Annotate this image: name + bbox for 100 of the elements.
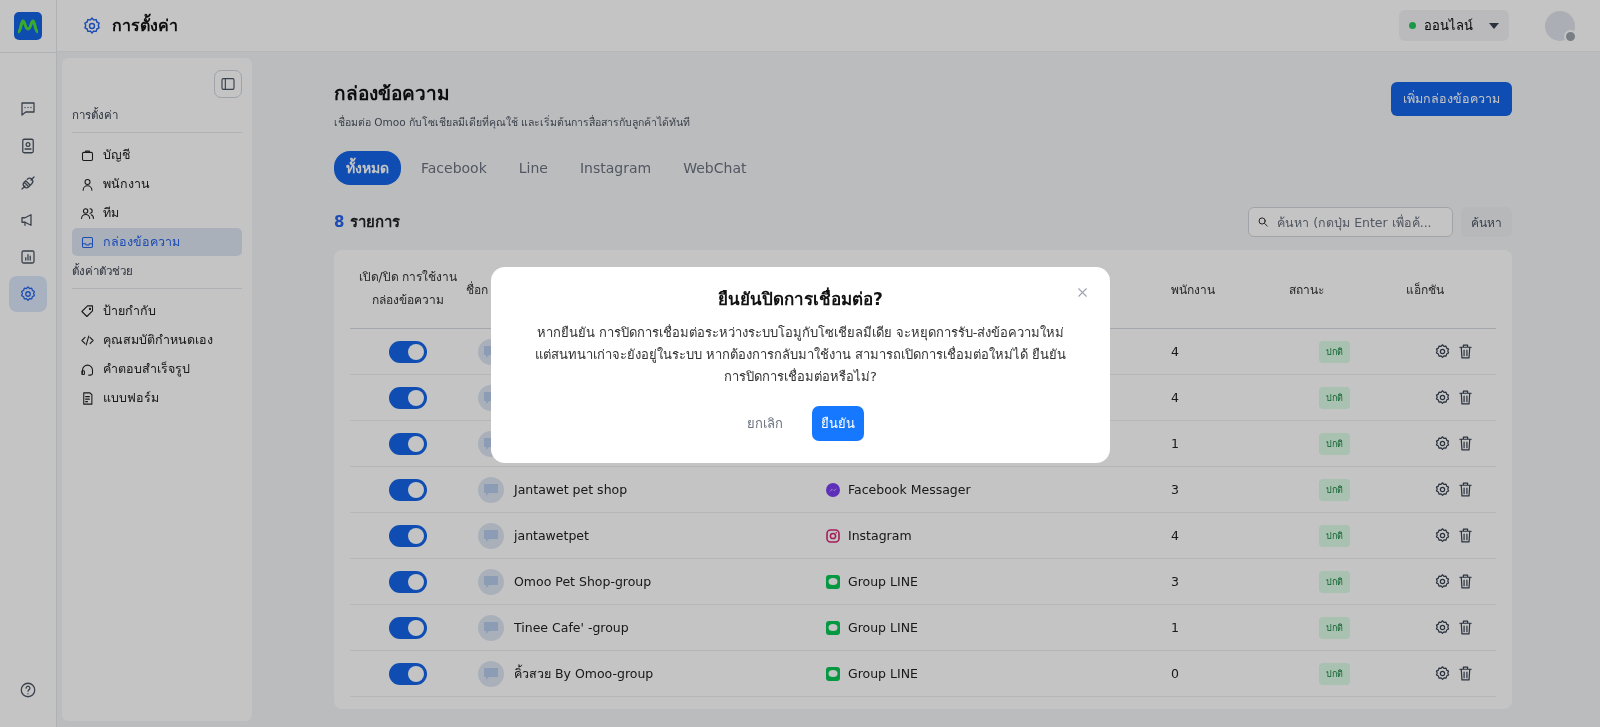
staff-count: 4 (1171, 390, 1180, 405)
plug-icon (19, 174, 37, 192)
sidebar-item[interactable]: ป้ายกำกับ (72, 297, 242, 325)
bag-icon (80, 147, 95, 163)
status-badge: ปกติ (1319, 616, 1350, 639)
settings-icon (1434, 389, 1451, 406)
section-heading: การตั้งค่า (72, 106, 242, 133)
inbox-name: Tinee Cafe' -group (514, 620, 629, 635)
settings-button[interactable] (1434, 343, 1451, 360)
column-header: เปิด/ปิด การใช้งานกล่องข้อความ (357, 269, 459, 309)
delete-button[interactable] (1457, 389, 1474, 406)
toggle-switch[interactable] (389, 662, 427, 685)
staff-count: 1 (1171, 436, 1180, 451)
sidebar-item[interactable]: บัญชี (72, 141, 242, 169)
settings-icon (1434, 619, 1451, 636)
delete-button[interactable] (1457, 343, 1474, 360)
sidebar-item[interactable]: พนักงาน (72, 170, 242, 198)
confirm-button[interactable]: ยืนยัน (811, 406, 864, 441)
status-badge: ปกติ (1319, 432, 1350, 455)
trash-icon (1457, 527, 1474, 544)
filter-tab[interactable]: ทั้งหมด (334, 151, 401, 185)
trash-icon (1457, 481, 1474, 498)
channel-name: Group LINE (848, 574, 918, 589)
delete-button[interactable] (1457, 665, 1474, 682)
toggle-switch[interactable] (389, 478, 427, 501)
dialog-message: หากยืนยัน การปิดการเชื่อมต่อระหว่างระบบโอมูกับโซเชียลมีเดีย จะหยุดการรับ-ส่งข้อความใหม่ แต่สนทนาเก่าจะยังอยู่ในระบบ หากต้องการกลับมาใช้งาน สามารถเปิดการเชื่อมต่อใหม่ได้ ยืนยันการปิดการเชื่อมต่อหรือไม่? (533, 323, 1068, 386)
item-count: 8 รายการ (334, 212, 400, 233)
sidebar-item[interactable]: แบบฟอร์ม (72, 384, 242, 412)
inbox-icon (80, 234, 95, 250)
instagram-icon (826, 528, 840, 543)
sidebar-item[interactable]: คุณสมบัติกำหนดเอง (72, 326, 242, 354)
filter-tab[interactable]: Line (506, 151, 560, 185)
sidebar-item[interactable]: กล่องข้อความ (72, 228, 242, 256)
settings-button[interactable] (1434, 527, 1451, 544)
delete-button[interactable] (1457, 573, 1474, 590)
inbox-name: Omoo Pet Shop-group (514, 574, 652, 589)
delete-button[interactable] (1457, 619, 1474, 636)
sidebar-item[interactable]: คำตอบสำเร็จรูป (72, 355, 242, 383)
column-header: แอ็กชัน (1406, 281, 1445, 299)
toggle-switch[interactable] (389, 432, 427, 455)
column-header: พนักงาน (1171, 281, 1216, 299)
toggle-switch[interactable] (389, 386, 427, 409)
settings-icon (19, 285, 37, 303)
chat-avatar-icon (478, 568, 504, 595)
delete-button[interactable] (1457, 435, 1474, 452)
toggle-switch[interactable] (389, 340, 427, 363)
chat-avatar-icon (478, 522, 504, 549)
sidebar-item[interactable]: ทีม (72, 199, 242, 227)
sidebar-toggle-button[interactable] (214, 70, 242, 98)
settings-icon (1434, 481, 1451, 498)
filter-tab[interactable]: Facebook (409, 151, 499, 185)
settings-button[interactable] (1434, 619, 1451, 636)
caret-icon (1489, 22, 1499, 29)
channel-name: Facebook Messager (848, 482, 971, 497)
staff-count: 3 (1171, 482, 1180, 497)
settings-button[interactable] (1434, 665, 1451, 682)
messenger-icon (826, 482, 840, 497)
settings-nav-button[interactable] (9, 276, 47, 312)
settings-icon (1434, 435, 1451, 452)
bar-chart-icon (19, 248, 37, 266)
trash-icon (1457, 665, 1474, 682)
settings-icon (1434, 343, 1451, 360)
channel-name: Group LINE (848, 620, 918, 635)
search-field[interactable]: ค้นหา (กดปุ่ม Enter เพื่อค้... (1248, 207, 1453, 237)
headset-icon (80, 361, 95, 377)
cancel-button[interactable]: ยกเลิก (737, 406, 792, 441)
channel-name: Instagram (848, 528, 912, 543)
contact-card-icon (19, 137, 37, 155)
tag-icon (80, 303, 95, 319)
logo-icon (14, 12, 42, 40)
settings-icon (1434, 527, 1451, 544)
delete-button[interactable] (1457, 481, 1474, 498)
section-subtitle: เชื่อมต่อ Omoo กับโซเชียลมีเดียที่คุณใช้ และเริ่มต้นการสื่อสารกับลูกค้าได้ทันที (334, 114, 691, 131)
close-icon (1075, 285, 1090, 300)
settings-icon (1434, 665, 1451, 682)
search-button[interactable]: ค้นหา (1461, 207, 1512, 237)
staff-count: 1 (1171, 620, 1180, 635)
user-icon (80, 176, 95, 192)
filter-tab[interactable]: Instagram (568, 151, 664, 185)
dialog-title: ยืนยันปิดการเชื่อมต่อ? (717, 286, 884, 311)
channel-name: Group LINE (848, 666, 918, 681)
settings-button[interactable] (1434, 435, 1451, 452)
staff-count: 3 (1171, 574, 1180, 589)
toggle-switch[interactable] (389, 524, 427, 547)
settings-button[interactable] (1434, 481, 1451, 498)
status-badge: ปกติ (1319, 524, 1350, 547)
settings-button[interactable] (1434, 389, 1451, 406)
settings-icon (1434, 573, 1451, 590)
staff-count: 4 (1171, 528, 1180, 543)
toggle-switch[interactable] (389, 616, 427, 639)
column-header: สถานะ (1289, 281, 1325, 299)
status-dropdown[interactable]: ออนไลน์ (1399, 10, 1509, 41)
settings-button[interactable] (1434, 573, 1451, 590)
filter-tab[interactable]: WebChat (671, 151, 759, 185)
toggle-switch[interactable] (389, 570, 427, 593)
delete-button[interactable] (1457, 527, 1474, 544)
inbox-name: jantawetpet (514, 528, 589, 543)
chat-avatar-icon (478, 476, 504, 503)
add-inbox-button[interactable]: เพิ่มกล่องข้อความ (1391, 82, 1512, 116)
inbox-name: Jantawet pet shop (514, 482, 628, 497)
